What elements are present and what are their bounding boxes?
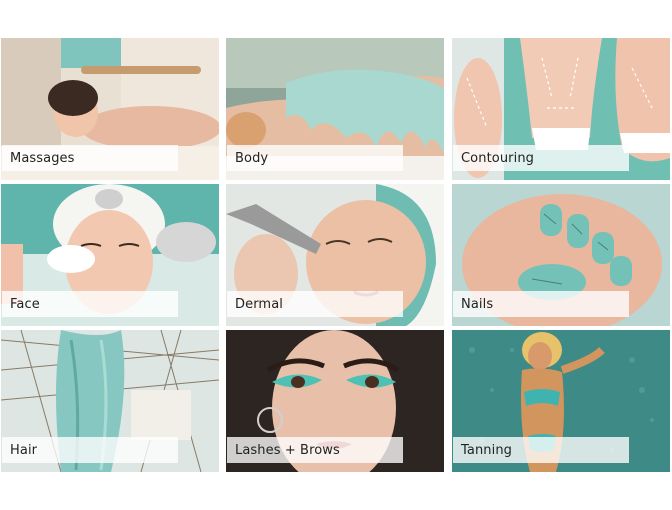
services-grid: Massages Body Contouring Face Dermal Nai… [0,38,672,472]
tile-label: Nails [453,291,629,317]
tile-body[interactable]: Body [226,38,444,180]
tile-nails[interactable]: Nails [452,184,670,326]
tile-face[interactable]: Face [1,184,219,326]
tile-label: Dermal [227,291,403,317]
tile-label: Contouring [453,145,629,171]
tile-label: Hair [2,437,178,463]
tile-label: Massages [2,145,178,171]
tile-lashes-brows[interactable]: Lashes + Brows [226,330,444,472]
tile-label: Body [227,145,403,171]
tile-dermal[interactable]: Dermal [226,184,444,326]
tile-hair[interactable]: Hair [1,330,219,472]
tile-label: Tanning [453,437,629,463]
tile-massages[interactable]: Massages [1,38,219,180]
tile-contouring[interactable]: Contouring [452,38,670,180]
tile-label: Face [2,291,178,317]
tile-tanning[interactable]: Tanning [452,330,670,472]
tile-label: Lashes + Brows [227,437,403,463]
